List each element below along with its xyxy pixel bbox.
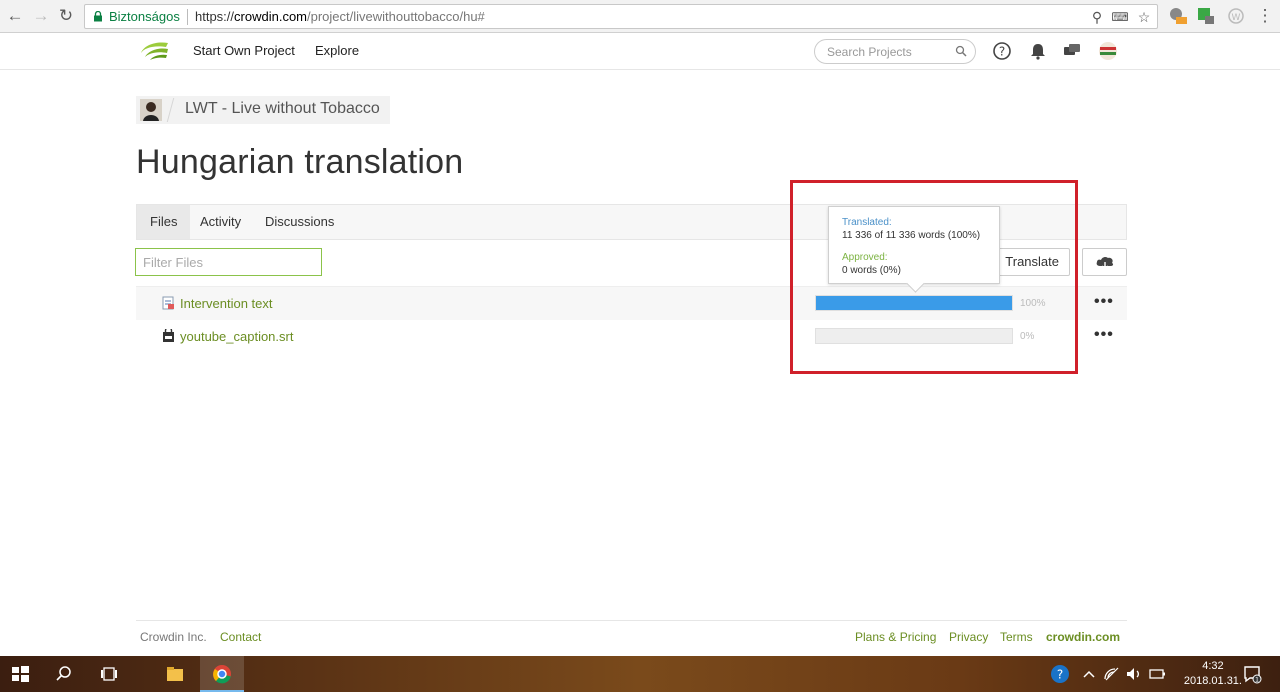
project-name-link[interactable]: LWT - Live without Tobacco (185, 100, 380, 118)
browser-toolbar: ← → ↻ Biztonságos https://crowdin.com/pr… (0, 0, 1280, 33)
chevron-up-icon[interactable] (1079, 664, 1099, 684)
wifi-icon[interactable] (1102, 664, 1122, 684)
secure-label: Biztonságos (109, 9, 180, 24)
footer-plans-pricing-link[interactable]: Plans & Pricing (855, 630, 936, 644)
battery-icon[interactable] (1147, 664, 1167, 684)
windows-start-icon[interactable] (10, 664, 30, 684)
cloud-download-icon (1096, 256, 1114, 270)
explore-link[interactable]: Explore (315, 43, 359, 58)
more-options-icon[interactable]: ••• (1094, 293, 1114, 311)
user-avatar-icon[interactable] (1098, 41, 1118, 61)
filter-placeholder: Filter Files (143, 255, 203, 270)
chrome-icon[interactable] (212, 664, 232, 684)
svg-text:W: W (1232, 13, 1241, 23)
svg-text:?: ? (1057, 668, 1063, 682)
tab-activity[interactable]: Activity (187, 205, 254, 239)
zoom-icon[interactable]: ⚲ (1088, 8, 1106, 26)
extension-green-icon[interactable] (1196, 6, 1216, 26)
svg-text:?: ? (999, 45, 1005, 59)
subtitle-file-icon (163, 329, 174, 342)
volume-icon[interactable] (1124, 664, 1144, 684)
crowdin-logo-icon[interactable] (138, 39, 170, 63)
page-title: Hungarian translation (136, 143, 464, 181)
breadcrumb[interactable]: LWT - Live without Tobacco (136, 96, 390, 124)
back-arrow-icon[interactable]: ← (4, 5, 26, 27)
menu-icon[interactable]: ⋮ (1254, 5, 1276, 27)
footer-divider (136, 620, 1127, 621)
wordpress-icon[interactable]: W (1226, 6, 1246, 26)
project-avatar (140, 99, 162, 121)
address-bar[interactable]: Biztonságos https://crowdin.com/project/… (84, 4, 1158, 29)
search-icon[interactable] (54, 664, 74, 684)
action-center-icon[interactable]: 1 (1242, 664, 1262, 684)
lock-icon (94, 11, 102, 22)
document-icon (162, 296, 174, 310)
windows-taskbar: ? 4:32 2018.01.31. 1 (0, 656, 1280, 692)
file-explorer-icon[interactable] (165, 664, 185, 684)
more-options-icon[interactable]: ••• (1094, 326, 1114, 344)
extension-off-icon[interactable] (1168, 6, 1188, 26)
file-name-link[interactable]: Intervention text (180, 296, 273, 311)
file-name-link[interactable]: youtube_caption.srt (180, 329, 293, 344)
forward-arrow-icon[interactable]: → (30, 5, 52, 27)
clock-time: 4:32 (1202, 660, 1224, 672)
download-button[interactable] (1082, 248, 1127, 276)
translate-icon[interactable]: ⌨ (1111, 8, 1129, 26)
tab-files[interactable]: Files (137, 205, 191, 239)
messages-icon[interactable] (1062, 41, 1082, 61)
footer-privacy-link[interactable]: Privacy (949, 630, 988, 644)
start-own-project-link[interactable]: Start Own Project (193, 43, 295, 58)
search-icon (955, 45, 967, 57)
reload-icon[interactable]: ↻ (55, 5, 77, 27)
url-text[interactable]: https://crowdin.com/project/livewithoutt… (195, 9, 485, 24)
breadcrumb-divider (166, 98, 175, 122)
tab-discussions[interactable]: Discussions (252, 205, 347, 239)
help-tray-icon[interactable]: ? (1050, 664, 1070, 684)
footer-brand-link[interactable]: crowdin.com (1046, 630, 1120, 644)
omnibox-divider (187, 9, 188, 25)
footer-company: Crowdin Inc. (140, 630, 207, 644)
search-placeholder: Search Projects (827, 45, 912, 59)
annotation-highlight-box (790, 180, 1078, 374)
filter-files-input[interactable]: Filter Files (135, 248, 322, 276)
site-header: Start Own Project Explore Search Project… (0, 33, 1280, 70)
footer-contact-link[interactable]: Contact (220, 630, 261, 644)
bookmark-star-icon[interactable]: ☆ (1135, 8, 1153, 26)
task-view-icon[interactable] (99, 664, 119, 684)
notifications-bell-icon[interactable] (1028, 41, 1048, 61)
svg-text:1: 1 (1255, 677, 1259, 684)
clock-date: 2018.01.31. (1183, 675, 1242, 687)
search-projects-input[interactable]: Search Projects (814, 39, 976, 64)
footer-terms-link[interactable]: Terms (1000, 630, 1033, 644)
system-clock[interactable]: 4:32 2018.01.31. (1184, 659, 1242, 689)
help-icon[interactable]: ? (992, 41, 1012, 61)
